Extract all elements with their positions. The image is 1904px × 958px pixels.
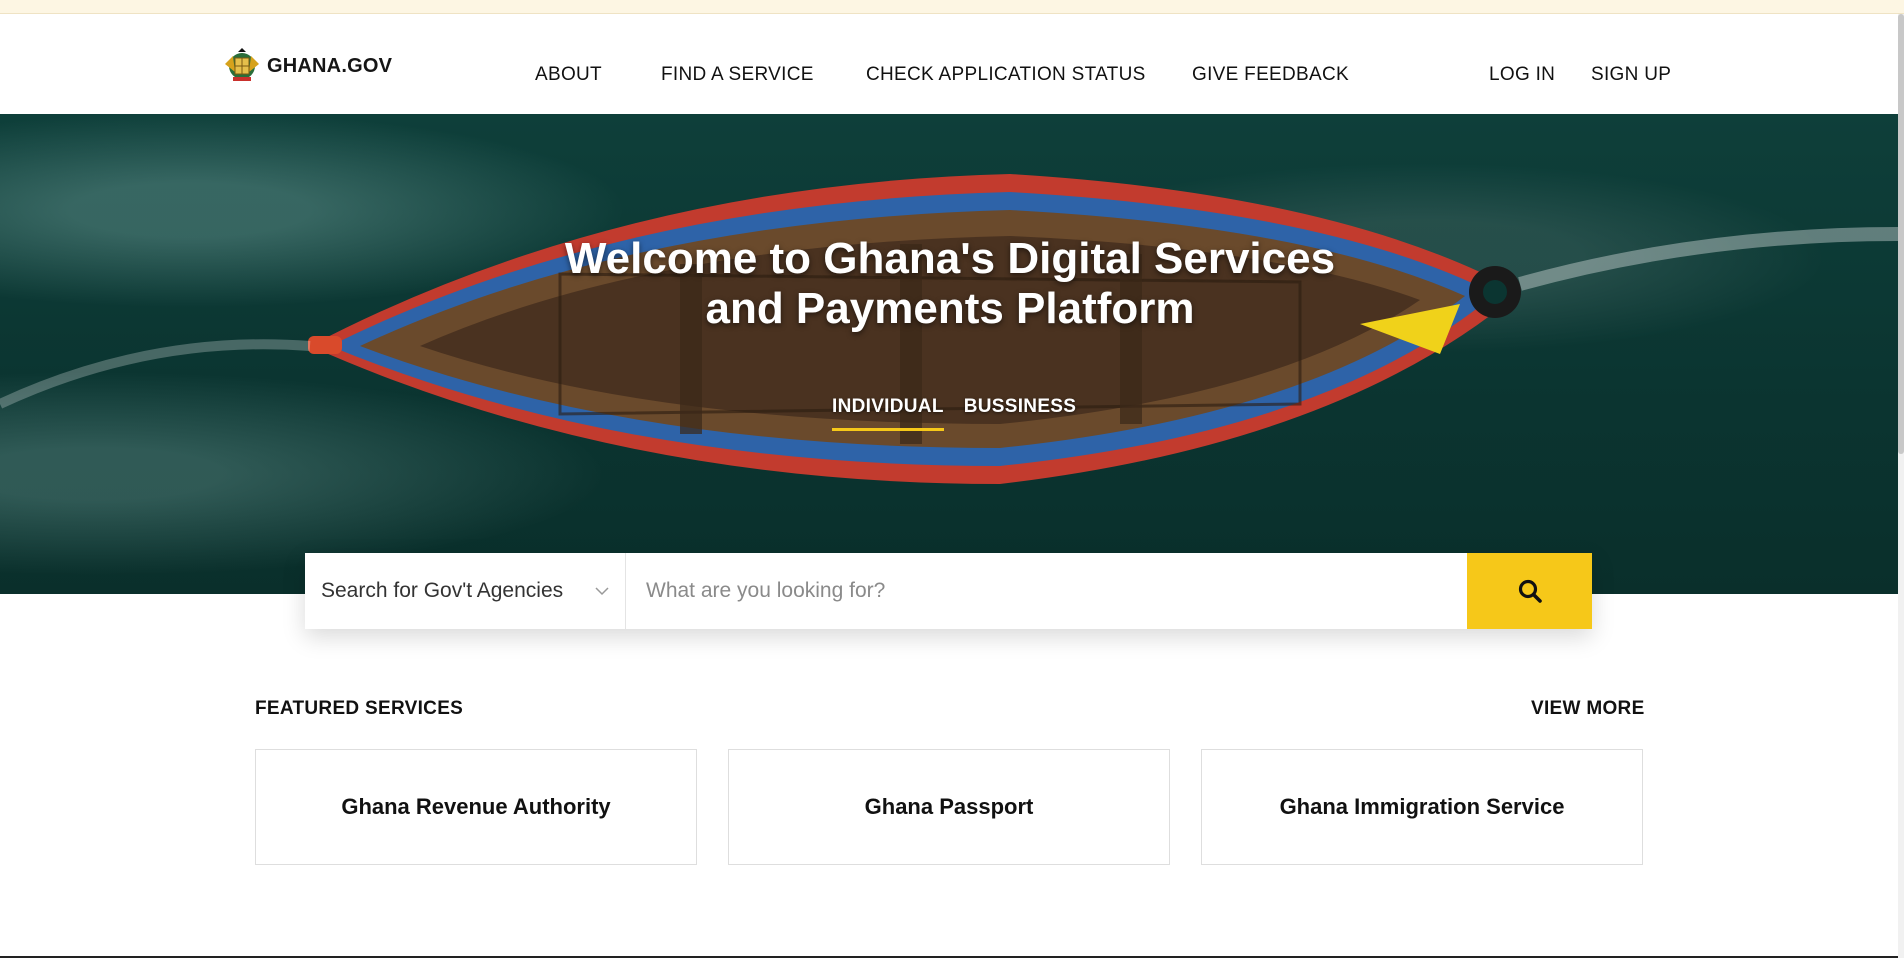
service-card-title: Ghana Revenue Authority <box>341 794 611 819</box>
nav-check-application-status[interactable]: CHECK APPLICATION STATUS <box>866 64 1146 86</box>
coat-of-arms-icon <box>225 48 259 81</box>
site-logo[interactable]: GHANA.GOV <box>221 46 392 86</box>
service-card-gra[interactable]: Ghana Revenue Authority <box>255 749 697 865</box>
service-card-immigration[interactable]: Ghana Immigration Service <box>1201 749 1643 865</box>
page-scrollbar-thumb[interactable] <box>1898 14 1904 454</box>
view-more-link[interactable]: VIEW MORE <box>1531 698 1645 720</box>
service-card-title: Ghana Immigration Service <box>1279 794 1565 819</box>
hero-banner: Welcome to Ghana's Digital Services and … <box>0 114 1898 594</box>
service-card-title: Ghana Passport <box>864 794 1034 819</box>
hero-title-line2: and Payments Platform <box>705 284 1195 333</box>
tab-business[interactable]: BUSSINESS <box>964 396 1077 431</box>
service-card-passport[interactable]: Ghana Passport <box>728 749 1170 865</box>
search-input[interactable] <box>626 553 1467 629</box>
signup-link[interactable]: SIGN UP <box>1591 64 1671 86</box>
search-bar: Search for Gov't Agencies <box>305 553 1592 629</box>
login-link[interactable]: LOG IN <box>1489 64 1555 86</box>
nav-about[interactable]: ABOUT <box>535 64 602 86</box>
nav-give-feedback[interactable]: GIVE FEEDBACK <box>1192 64 1349 86</box>
hero-title: Welcome to Ghana's Digital Services and … <box>500 234 1400 334</box>
chevron-down-icon <box>595 587 609 596</box>
nav-find-a-service[interactable]: FIND A SERVICE <box>661 64 814 86</box>
agency-select[interactable]: Search for Gov't Agencies <box>305 553 626 629</box>
hero-title-line1: Welcome to Ghana's Digital Services <box>564 234 1336 283</box>
audience-tabs: INDIVIDUAL BUSSINESS <box>832 396 1076 431</box>
agency-select-value: Search for Gov't Agencies <box>321 579 564 602</box>
site-header: GHANA.GOV ABOUT FIND A SERVICE CHECK APP… <box>0 14 1898 114</box>
search-icon <box>1518 579 1542 603</box>
featured-services-title: FEATURED SERVICES <box>255 698 464 719</box>
search-button[interactable] <box>1467 553 1592 629</box>
tab-individual[interactable]: INDIVIDUAL <box>832 396 944 431</box>
boat-image <box>0 174 1898 484</box>
top-banner-strip <box>0 0 1904 14</box>
logo-text: GHANA.GOV <box>267 54 393 77</box>
